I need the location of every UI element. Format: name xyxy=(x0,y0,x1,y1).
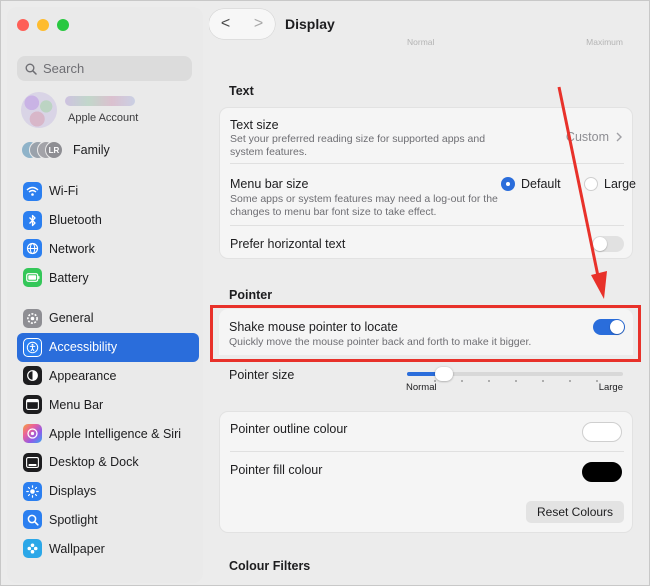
annotation-arrow xyxy=(557,86,607,299)
settings-window: Search Apple Account LR Family Wi-Fi Blu… xyxy=(0,0,650,586)
